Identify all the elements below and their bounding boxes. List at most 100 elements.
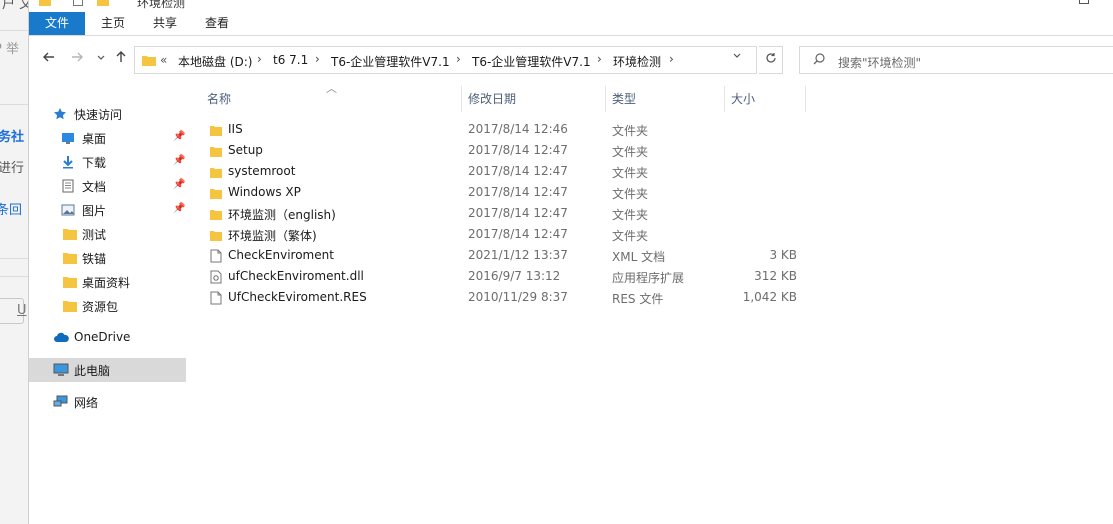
nav-label: 桌面资料 xyxy=(82,276,131,290)
file-row[interactable]: CheckEnviroment 2021/1/12 13:37 XML 文档 3 KB xyxy=(189,245,809,266)
arrow-left-icon xyxy=(43,52,54,62)
forward-button[interactable] xyxy=(67,50,87,70)
file-row[interactable]: Windows XP 2017/8/14 12:47 文件夹 xyxy=(189,182,809,203)
address-bar[interactable]: « 本地磁盘 (D:) › t6 7.1 › T6-企业管理软件V7.1 › T… xyxy=(134,46,757,74)
column-header-date[interactable]: 修改日期 xyxy=(462,86,606,112)
pin-icon: 📌 xyxy=(173,203,186,214)
file-type: 文件夹 xyxy=(612,124,649,138)
properties-icon[interactable] xyxy=(73,0,83,6)
file-date: 2017/8/14 12:47 xyxy=(468,164,568,178)
nav-onedrive[interactable]: OneDrive xyxy=(29,326,186,350)
navigation-pane: 快速访问 桌面 📌 下载 📌 文档 📌 图片 📌 测试 铁锚 桌面资料 资源包 … xyxy=(29,88,189,524)
new-folder-icon[interactable] xyxy=(97,0,109,6)
nav-this-pc[interactable]: 此电脑 xyxy=(29,358,186,382)
file-type: 文件夹 xyxy=(612,229,649,243)
file-row[interactable]: UfCheckEviroment.RES 2010/11/29 8:37 RES 文… xyxy=(189,287,809,308)
column-headers: ︿ 名称 修改日期 类型 大小 xyxy=(189,82,809,112)
search-placeholder: 搜索"环境检测" xyxy=(838,56,922,70)
file-name: ufCheckEnviroment.dll xyxy=(228,269,364,283)
document-icon xyxy=(62,179,74,193)
nav-item-folder[interactable]: 桌面资料 xyxy=(29,270,186,294)
folder-icon xyxy=(63,253,77,264)
arrow-right-icon xyxy=(72,52,83,62)
breadcrumb-item[interactable]: 环境检测 xyxy=(613,53,661,70)
file-date: 2016/9/7 13:12 xyxy=(468,269,561,283)
nav-item-documents[interactable]: 文档 📌 xyxy=(29,174,186,198)
file-date: 2017/8/14 12:47 xyxy=(468,206,568,220)
column-header-name[interactable]: 名称 xyxy=(201,86,462,112)
address-dropdown-button[interactable] xyxy=(727,50,747,68)
tab-view[interactable]: 查看 xyxy=(195,12,239,35)
breadcrumb-separator[interactable]: › xyxy=(257,52,262,66)
cloud-icon xyxy=(54,332,69,342)
search-box[interactable]: 搜索"环境检测" xyxy=(799,46,1113,74)
nav-label: 快速访问 xyxy=(74,108,123,122)
folder-icon xyxy=(63,277,77,288)
up-button[interactable] xyxy=(111,50,131,70)
file-type: 文件夹 xyxy=(612,208,649,222)
column-header-type[interactable]: 类型 xyxy=(606,86,725,112)
folder-icon xyxy=(39,0,51,6)
nav-label: 铁锚 xyxy=(82,252,107,266)
bg-text: P 举 xyxy=(0,42,19,57)
file-icon xyxy=(210,291,222,305)
star-icon xyxy=(54,108,66,120)
tab-file[interactable]: 文件 xyxy=(29,12,85,35)
nav-item-folder[interactable]: 测试 xyxy=(29,222,186,246)
folder-icon xyxy=(210,168,222,178)
file-type: 应用程序扩展 xyxy=(612,271,685,285)
ribbon-tabs: 文件 主页 共享 查看 xyxy=(29,12,1113,36)
folder-icon xyxy=(63,301,77,312)
breadcrumb-overflow[interactable]: « xyxy=(160,53,167,67)
breadcrumb-item[interactable]: T6-企业管理软件V7.1 xyxy=(331,53,450,70)
file-type: 文件夹 xyxy=(612,166,649,180)
pin-icon: 📌 xyxy=(173,179,186,190)
folder-icon xyxy=(210,189,222,199)
column-header-size[interactable]: 大小 xyxy=(725,86,806,112)
nav-item-pictures[interactable]: 图片 📌 xyxy=(29,198,186,222)
nav-item-folder[interactable]: 铁锚 xyxy=(29,246,186,270)
nav-label: 测试 xyxy=(82,228,107,242)
breadcrumb-separator[interactable]: › xyxy=(669,52,674,66)
file-row[interactable]: systemroot 2017/8/14 12:47 文件夹 xyxy=(189,161,809,182)
pin-icon: 📌 xyxy=(173,155,186,166)
breadcrumb-item[interactable]: 本地磁盘 (D:) xyxy=(178,53,252,70)
title-bar: 环境检测 xyxy=(29,0,1113,10)
refresh-button[interactable] xyxy=(759,46,783,74)
nav-label: 文档 xyxy=(82,180,107,194)
nav-item-folder[interactable]: 资源包 xyxy=(29,294,186,318)
maximize-icon[interactable] xyxy=(1079,0,1089,4)
recent-locations-button[interactable] xyxy=(91,50,111,70)
chevron-down-icon xyxy=(97,55,105,60)
file-row[interactable]: IIS 2017/8/14 12:46 文件夹 xyxy=(189,119,809,140)
breadcrumb-separator[interactable]: › xyxy=(456,52,461,66)
file-name: 环境监测（english) xyxy=(228,208,336,222)
file-name: IIS xyxy=(228,122,243,136)
file-name: Setup xyxy=(228,143,263,157)
nav-label: 此电脑 xyxy=(74,364,111,378)
tab-share[interactable]: 共享 xyxy=(143,12,187,35)
file-explorer-window: 环境检测 文件 主页 共享 查看 « 本地磁盘 (D:) › t6 7.1 › … xyxy=(28,0,1113,524)
nav-item-desktop[interactable]: 桌面 📌 xyxy=(29,126,186,150)
file-name: systemroot xyxy=(228,164,296,178)
back-button[interactable] xyxy=(39,50,59,70)
network-icon xyxy=(53,395,68,407)
file-date: 2010/11/29 8:37 xyxy=(468,290,568,304)
nav-network[interactable]: 网络 xyxy=(29,390,186,414)
bg-text: 条回 xyxy=(0,203,23,218)
file-row[interactable]: 环境监测（繁体) 2017/8/14 12:47 文件夹 xyxy=(189,224,809,245)
file-row[interactable]: ufCheckEnviroment.dll 2016/9/7 13:12 应用程序扩… xyxy=(189,266,809,287)
arrow-up-icon xyxy=(116,51,126,62)
tab-home[interactable]: 主页 xyxy=(91,12,135,35)
nav-quick-access[interactable]: 快速访问 xyxy=(29,102,186,126)
file-type: 文件夹 xyxy=(612,187,649,201)
breadcrumb-item[interactable]: T6-企业管理软件V7.1 xyxy=(472,53,591,70)
file-row[interactable]: 环境监测（english) 2017/8/14 12:47 文件夹 xyxy=(189,203,809,224)
bg-button: U xyxy=(0,298,27,324)
bg-text: 务社 xyxy=(0,130,25,145)
breadcrumb-item[interactable]: t6 7.1 xyxy=(273,53,308,67)
breadcrumb-separator[interactable]: › xyxy=(315,52,320,66)
breadcrumb-separator[interactable]: › xyxy=(597,52,602,66)
file-row[interactable]: Setup 2017/8/14 12:47 文件夹 xyxy=(189,140,809,161)
nav-item-downloads[interactable]: 下载 📌 xyxy=(29,150,186,174)
